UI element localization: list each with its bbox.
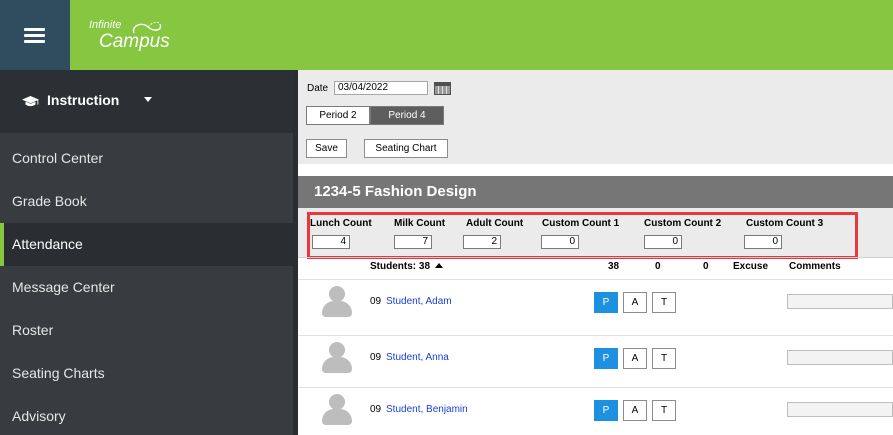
student-grade: 09 xyxy=(370,296,382,307)
table-row: 09 Student, Anna P A T xyxy=(298,335,893,378)
sidebar-item-seating-charts[interactable]: Seating Charts xyxy=(0,352,298,395)
sidebar-item-control-center[interactable]: Control Center xyxy=(0,137,298,180)
tab-period-2[interactable]: Period 2 xyxy=(306,106,370,125)
avatar xyxy=(322,394,352,425)
table-row: 09 Student, Benjamin P A T xyxy=(298,387,893,430)
tab-period-4[interactable]: Period 4 xyxy=(370,106,444,125)
calendar-icon[interactable] xyxy=(434,82,451,95)
logo-line2: Campus xyxy=(99,31,170,52)
sidebar-item-grade-book[interactable]: Grade Book xyxy=(0,180,298,223)
hamburger-menu-button[interactable] xyxy=(0,0,70,70)
sidebar: Instruction Control Center Grade Book At… xyxy=(0,70,298,435)
sidebar-item-advisory[interactable]: Advisory xyxy=(0,395,298,435)
student-grade: 09 xyxy=(370,352,382,363)
present-button[interactable]: P xyxy=(594,400,618,421)
students-count-label: Students: 38 xyxy=(370,261,431,272)
graduation-cap-icon xyxy=(22,96,39,107)
present-total: 38 xyxy=(608,261,620,272)
logo-line1: Infinite xyxy=(89,19,122,31)
table-row: 09 Student, Adam P A T xyxy=(298,279,893,322)
tardy-button[interactable]: T xyxy=(652,292,676,313)
top-bar: Infinite Campus xyxy=(0,0,893,70)
sidebar-item-attendance[interactable]: Attendance xyxy=(0,223,298,266)
sidebar-item-message-center[interactable]: Message Center xyxy=(0,266,298,309)
chevron-down-icon xyxy=(144,97,152,102)
comment-field[interactable] xyxy=(787,350,893,365)
present-button[interactable]: P xyxy=(594,348,618,369)
students-count-header[interactable]: Students: 38 xyxy=(370,261,444,272)
tardy-total: 0 xyxy=(703,261,709,272)
infinite-campus-logo[interactable]: Infinite Campus xyxy=(86,19,216,59)
student-name-link[interactable]: Student, Adam xyxy=(386,296,452,307)
menu-icon-bar xyxy=(24,34,45,37)
date-field[interactable]: 03/04/2022 xyxy=(334,81,428,95)
save-button[interactable]: Save xyxy=(306,139,347,158)
menu-icon-bar xyxy=(24,28,45,31)
menu-icon-bar xyxy=(24,40,45,43)
counts-highlight-box xyxy=(307,212,858,259)
absent-total: 0 xyxy=(655,261,661,272)
instruction-menu-toggle[interactable]: Instruction xyxy=(0,70,298,133)
avatar xyxy=(322,286,352,317)
sidebar-header-title: Instruction xyxy=(47,92,120,108)
absent-button[interactable]: A xyxy=(623,400,647,421)
avatar xyxy=(322,342,352,373)
absent-button[interactable]: A xyxy=(623,348,647,369)
tardy-button[interactable]: T xyxy=(652,348,676,369)
attendance-toolbar: Date 03/04/2022 Period 2 Period 4 Save S… xyxy=(298,70,893,164)
student-grade: 09 xyxy=(370,404,382,415)
sort-ascending-icon xyxy=(435,263,444,268)
comments-header: Comments xyxy=(789,261,841,272)
seating-chart-button[interactable]: Seating Chart xyxy=(364,139,448,158)
section-title: 1234-5 Fashion Design xyxy=(298,176,893,208)
student-name-link[interactable]: Student, Benjamin xyxy=(386,404,468,415)
student-name-link[interactable]: Student, Anna xyxy=(386,352,449,363)
absent-button[interactable]: A xyxy=(623,292,647,313)
sidebar-item-roster[interactable]: Roster xyxy=(0,309,298,352)
tardy-button[interactable]: T xyxy=(652,400,676,421)
comment-field[interactable] xyxy=(787,294,893,309)
excuse-header: Excuse xyxy=(733,261,769,272)
present-button[interactable]: P xyxy=(594,292,618,313)
date-label: Date xyxy=(307,83,329,94)
comment-field[interactable] xyxy=(787,402,893,417)
table-header-divider xyxy=(298,257,893,258)
